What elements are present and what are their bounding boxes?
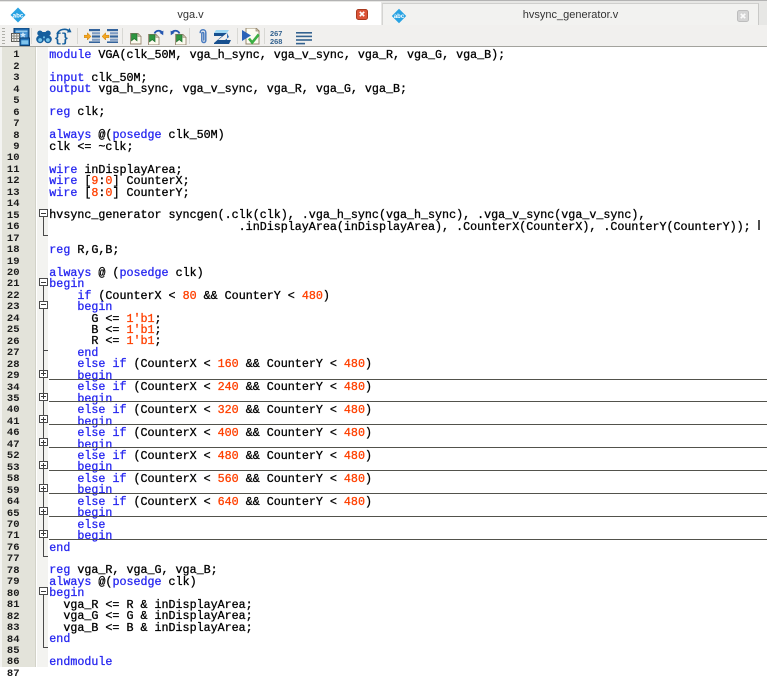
svg-text:}: } [61, 31, 69, 45]
svg-text:268: 268 [270, 37, 282, 46]
